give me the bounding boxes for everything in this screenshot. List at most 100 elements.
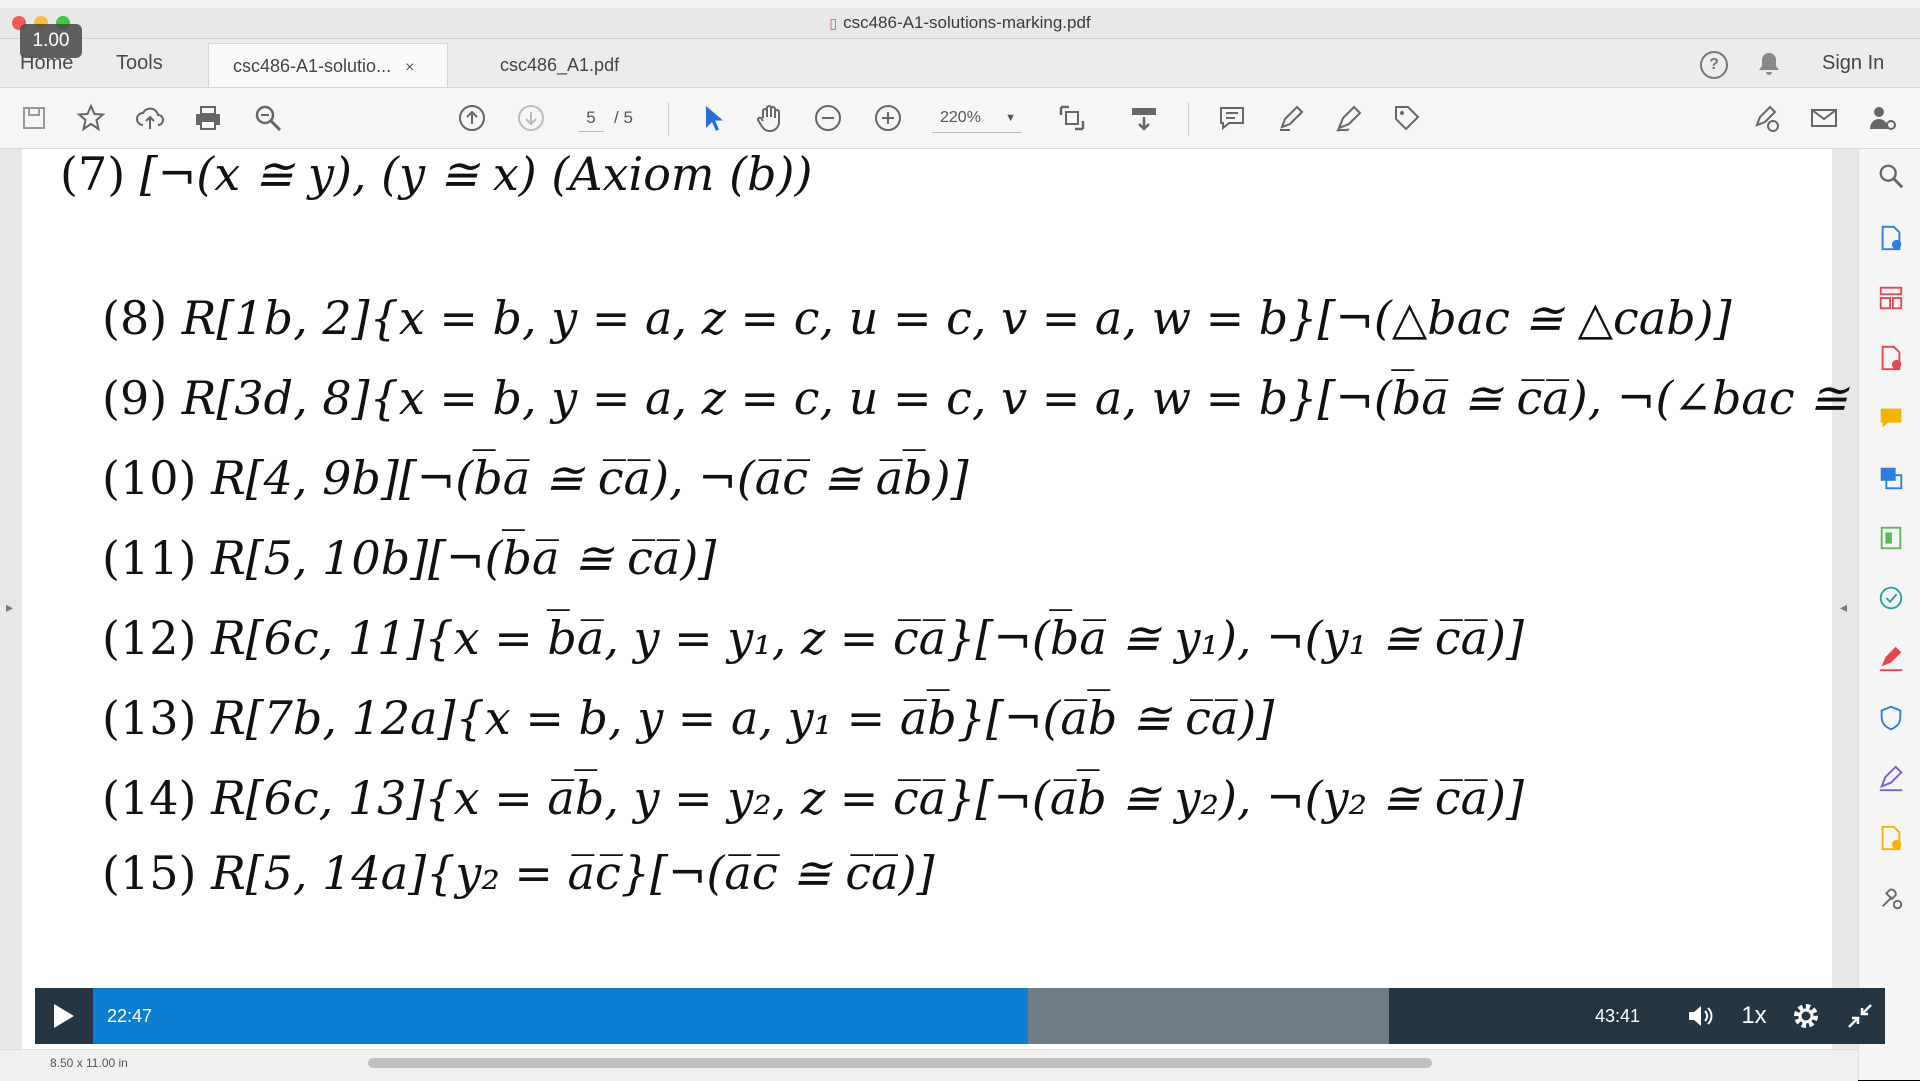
line-number: (14) <box>102 771 197 825</box>
comment-icon[interactable] <box>1216 102 1248 134</box>
current-time: 22:47 <box>107 1006 153 1026</box>
proof-line-12: (12) R[6c, 11]{x = b̅a̅, y = y₁, z = c̅a… <box>102 611 1524 665</box>
proof-line-11: (11) R[5, 10b][¬(b̅a̅ ≅ c̅a̅)] <box>102 531 716 585</box>
playback-rate-button[interactable]: 1x <box>1729 988 1779 1044</box>
zoom-level-select[interactable]: 220% ▼ <box>932 103 1022 133</box>
line-number: (13) <box>102 691 197 745</box>
proof-line-14: (14) R[6c, 13]{x = a̅b̅, y = y₂, z = c̅a… <box>102 771 1524 825</box>
fill-sign-panel-icon[interactable] <box>1876 643 1906 673</box>
hand-tool-icon[interactable] <box>754 102 786 134</box>
right-panel-toggle-icon[interactable]: ◂ <box>1840 599 1847 616</box>
line-number: (9) <box>102 371 168 425</box>
line-number: (12) <box>102 611 197 665</box>
document-tab-label: csc486-A1-solutio... <box>233 56 392 76</box>
zoom-in-icon[interactable] <box>872 102 904 134</box>
proof-line-9: (9) R[3d, 8]{x = b, y = a, z = c, u = c,… <box>102 371 1920 425</box>
horizontal-scrollbar[interactable] <box>368 1058 1432 1068</box>
more-tools-icon[interactable] <box>1876 883 1906 913</box>
line-number: (7) <box>60 147 126 201</box>
line-formula: R[7b, 12a]{x = b, y = a, y₁ = a̅b̅}[¬(a̅… <box>211 691 1275 745</box>
play-button[interactable] <box>35 988 93 1044</box>
help-icon[interactable]: ? <box>1700 39 1728 87</box>
line-number: (10) <box>102 451 197 505</box>
line-formula: R[3d, 8]{x = b, y = a, z = c, u = c, v =… <box>181 371 1920 425</box>
organize-pages-icon[interactable] <box>1876 283 1906 313</box>
pdf-file-icon: ▯ <box>829 15 838 31</box>
upload-cloud-icon[interactable] <box>134 102 166 134</box>
protect-shield-icon[interactable] <box>1876 703 1906 733</box>
document-viewport[interactable]: (7) [¬(x ≅ y), (y ≅ x) (Axiom (b)) (8) R… <box>0 147 1920 1079</box>
add-user-icon[interactable] <box>1866 102 1898 134</box>
notification-bell-icon[interactable] <box>1757 39 1781 87</box>
scroll-mode-icon[interactable] <box>1128 102 1160 134</box>
close-tab-icon[interactable]: × <box>405 59 414 76</box>
proof-line-7: (7) [¬(x ≅ y), (y ≅ x) (Axiom (b)) <box>60 147 812 201</box>
page-size-label: 8.50 x 11.00 in <box>50 1056 128 1070</box>
line-formula: R[5, 10b][¬(b̅a̅ ≅ c̅a̅)] <box>211 531 717 585</box>
status-bar: 8.50 x 11.00 in <box>0 1049 1858 1081</box>
window-title-bar: ▯ csc486-A1-solutions-marking.pdf <box>0 8 1920 39</box>
proof-line-10: (10) R[4, 9b][¬(b̅a̅ ≅ c̅a̅), ¬(a̅c̅ ≅ a… <box>102 451 969 505</box>
proof-line-15: (15) R[5, 14a]{y₂ = a̅c̅}[¬(a̅c̅ ≅ c̅a̅)… <box>102 846 934 900</box>
save-icon[interactable] <box>18 102 50 134</box>
volume-button[interactable] <box>1675 988 1725 1044</box>
select-cursor-icon[interactable] <box>696 102 728 134</box>
next-page-icon[interactable] <box>515 102 547 134</box>
window-title: csc486-A1-solutions-marking.pdf <box>843 13 1091 32</box>
proof-line-13: (13) R[7b, 12a]{x = b, y = a, y₁ = a̅b̅}… <box>102 691 1274 745</box>
scan-ocr-icon[interactable] <box>1876 583 1906 613</box>
line-formula: R[6c, 13]{x = a̅b̅, y = y₂, z = c̅a̅}[¬(… <box>211 771 1524 825</box>
video-controls: 22:47 43:41 1x <box>35 988 1885 1044</box>
tab-bar: Home Tools csc486-A1-solutio... × csc486_… <box>0 39 1920 88</box>
zoom-out-icon[interactable] <box>812 102 844 134</box>
right-tools-panel <box>1858 149 1920 1080</box>
create-pdf-icon[interactable] <box>1876 343 1906 373</box>
proof-line-8: (8) R[1b, 2]{x = b, y = a, z = c, u = c,… <box>102 291 1732 345</box>
page-number-input[interactable]: 5 <box>578 105 604 132</box>
previous-page-icon[interactable] <box>456 102 488 134</box>
export-pdf-icon[interactable] <box>1876 223 1906 253</box>
line-formula: R[5, 14a]{y₂ = a̅c̅}[¬(a̅c̅ ≅ c̅a̅)] <box>211 846 935 900</box>
pdf-page: (7) [¬(x ≅ y), (y ≅ x) (Axiom (b)) (8) R… <box>22 147 1920 1079</box>
combine-files-icon[interactable] <box>1876 463 1906 493</box>
line-number: (8) <box>102 291 168 345</box>
email-icon[interactable] <box>1808 102 1840 134</box>
exit-fullscreen-button[interactable] <box>1835 988 1885 1044</box>
toolbar-divider <box>668 102 669 136</box>
document-tab-active[interactable]: csc486-A1-solutio... × <box>208 43 448 87</box>
playback-speed-badge: 1.00 <box>20 24 82 58</box>
line-formula: [¬(x ≅ y), (y ≅ x) (Axiom (b)) <box>139 147 813 201</box>
fit-page-icon[interactable] <box>1056 102 1088 134</box>
comment-panel-icon[interactable] <box>1876 403 1906 433</box>
line-number: (11) <box>102 531 197 585</box>
tools-tab[interactable]: Tools <box>116 39 163 87</box>
highlight-pen-icon[interactable] <box>1275 102 1307 134</box>
toolbar: 5 / 5 220% ▼ <box>0 88 1920 149</box>
toolbar-divider <box>1188 102 1189 136</box>
document-tab[interactable]: csc486_A1.pdf <box>476 43 686 87</box>
app-window: ▯ csc486-A1-solutions-marking.pdf 1.00 Ho… <box>0 0 1920 1081</box>
progress-bar-played[interactable] <box>93 988 1028 1044</box>
print-icon[interactable] <box>192 102 224 134</box>
settings-button[interactable] <box>1781 988 1831 1044</box>
send-for-signature-icon[interactable] <box>1876 763 1906 793</box>
zoom-level-value: 220% <box>940 109 981 126</box>
collapse-icon <box>1848 1004 1872 1028</box>
sign-pen-icon[interactable] <box>1333 102 1365 134</box>
search-icon[interactable] <box>1876 161 1906 191</box>
tag-share-icon[interactable] <box>1391 102 1423 134</box>
page-total: / 5 <box>614 108 633 127</box>
sign-in-link[interactable]: Sign In <box>1822 39 1884 87</box>
gear-icon <box>1794 1004 1818 1028</box>
zoom-search-icon[interactable] <box>252 102 284 134</box>
left-panel-toggle-icon[interactable]: ▸ <box>6 599 13 616</box>
export-file-icon[interactable] <box>1876 823 1906 853</box>
line-formula: R[6c, 11]{x = b̅a̅, y = y₁, z = c̅a̅}[¬(… <box>211 611 1524 665</box>
line-formula: R[1b, 2]{x = b, y = a, z = c, u = c, v =… <box>181 291 1732 345</box>
fill-sign-icon[interactable] <box>1750 102 1782 134</box>
line-formula: R[4, 9b][¬(b̅a̅ ≅ c̅a̅), ¬(a̅c̅ ≅ a̅b̅)] <box>211 451 969 505</box>
speaker-icon <box>1689 1006 1713 1026</box>
edit-pdf-icon[interactable] <box>1876 523 1906 553</box>
duration: 43:41 <box>1595 1006 1641 1026</box>
bookmark-star-icon[interactable] <box>75 102 107 134</box>
